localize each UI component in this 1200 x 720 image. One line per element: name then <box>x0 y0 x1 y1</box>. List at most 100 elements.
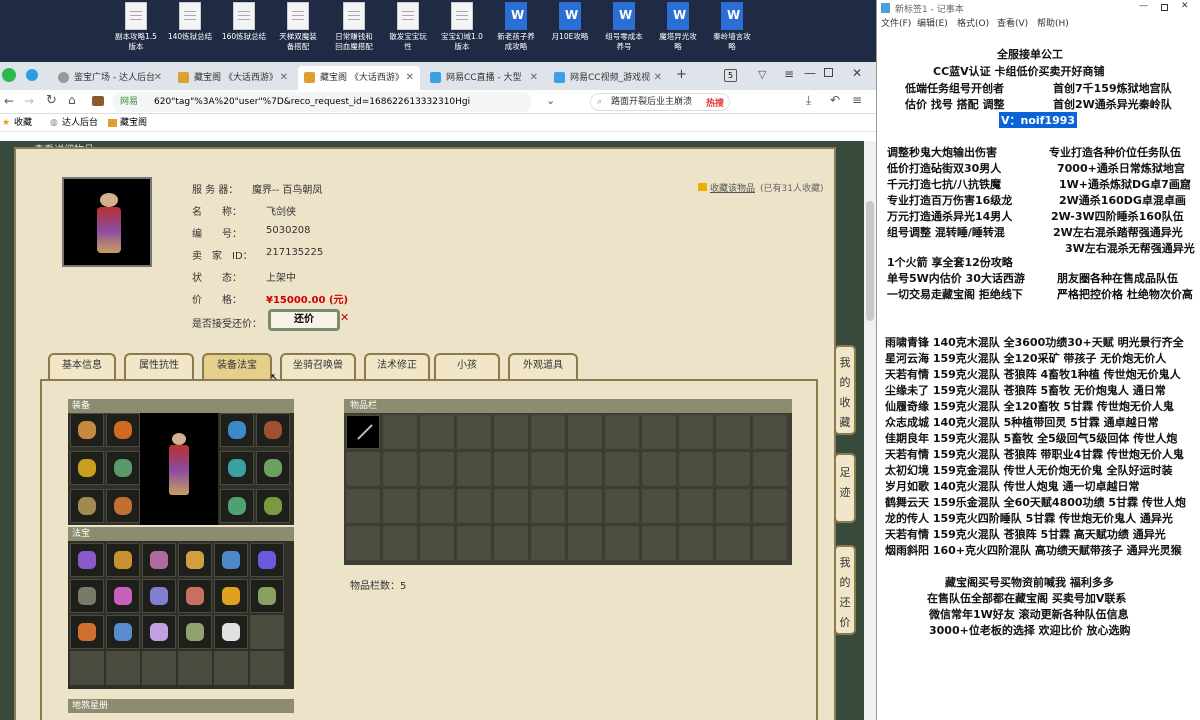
my-bargain-button[interactable]: 我的还价 <box>834 545 856 635</box>
tab-basic-info[interactable]: 基本信息 <box>48 353 116 379</box>
equipment-slot[interactable] <box>220 413 254 447</box>
empty-fabao-slot[interactable] <box>70 651 104 685</box>
desktop-icon[interactable]: 月10E攻略 <box>542 2 598 42</box>
tab-cc-video[interactable]: 网易CC视频_游戏视 ✕ <box>548 66 668 90</box>
equipment-slot[interactable] <box>256 451 290 485</box>
empty-bag-slot[interactable] <box>457 526 491 560</box>
download-icon[interactable]: ⤓ <box>806 93 811 108</box>
desktop-icon[interactable]: 组号零成本养号 <box>596 2 652 52</box>
fabao-slot[interactable] <box>142 579 176 613</box>
empty-bag-slot[interactable] <box>531 415 565 449</box>
empty-bag-slot[interactable] <box>531 489 565 523</box>
empty-bag-slot[interactable] <box>346 489 380 523</box>
undo-icon[interactable]: ↶ <box>830 93 840 107</box>
tab-jianbao[interactable]: 鉴宝广场 - 达人后台 ✕ <box>52 66 168 90</box>
equipment-slot[interactable] <box>70 451 104 485</box>
empty-bag-slot[interactable] <box>642 415 676 449</box>
bag-slot[interactable] <box>346 415 380 449</box>
bookmark-favorites[interactable]: 收藏 <box>14 114 32 132</box>
empty-bag-slot[interactable] <box>494 452 528 486</box>
close-icon[interactable]: ✕ <box>154 66 162 90</box>
fabao-slot[interactable] <box>214 615 248 649</box>
empty-fabao-slot[interactable] <box>178 651 212 685</box>
tab-cangbaoge-1[interactable]: 藏宝阁 《大话西游》 ✕ <box>172 66 294 90</box>
empty-bag-slot[interactable] <box>568 489 602 523</box>
empty-bag-slot[interactable] <box>346 452 380 486</box>
equipment-slot[interactable] <box>106 451 140 485</box>
empty-bag-slot[interactable] <box>531 452 565 486</box>
tab-cc-live[interactable]: 网易CC直播 - 大型 ✕ <box>424 66 544 90</box>
fabao-slot[interactable] <box>106 615 140 649</box>
empty-bag-slot[interactable] <box>753 452 787 486</box>
empty-bag-slot[interactable] <box>679 526 713 560</box>
fabao-slot[interactable] <box>178 543 212 577</box>
desktop-icon[interactable]: 魔塔异光攻略 <box>650 2 706 52</box>
close-icon[interactable]: ✕ <box>530 66 538 90</box>
desktop-icon[interactable]: 160炼狱总结 <box>216 2 272 42</box>
my-favorites-button[interactable]: 我的收藏 <box>834 345 856 435</box>
desktop-icon[interactable]: 日常赚钱和 回血魔搭配 <box>326 2 382 52</box>
minimize-icon[interactable]: — <box>804 66 816 80</box>
menu-edit[interactable]: 编辑(E) <box>917 16 948 29</box>
star-icon[interactable]: ★ <box>2 114 10 132</box>
home-icon[interactable]: ⌂ <box>68 93 76 107</box>
empty-fabao-slot[interactable] <box>250 651 284 685</box>
equipment-slot[interactable] <box>106 413 140 447</box>
desktop-icon[interactable]: 副本攻略1.5 版本 <box>108 2 164 52</box>
footprint-button[interactable]: 足迹 <box>834 453 856 523</box>
fabao-slot[interactable] <box>142 615 176 649</box>
empty-bag-slot[interactable] <box>568 452 602 486</box>
fabao-slot[interactable] <box>250 579 284 613</box>
equipment-slot[interactable] <box>220 451 254 485</box>
equipment-slot[interactable] <box>70 413 104 447</box>
bookmark-daren[interactable]: 达人后台 <box>62 114 98 132</box>
tab-child[interactable]: 小孩 <box>434 353 500 379</box>
empty-bag-slot[interactable] <box>494 415 528 449</box>
telegram-icon[interactable] <box>26 69 38 81</box>
hot-search-badge[interactable]: 热搜 <box>706 96 724 109</box>
equipment-slot[interactable] <box>256 489 290 523</box>
empty-bag-slot[interactable] <box>679 452 713 486</box>
menu-help[interactable]: 帮助(H) <box>1037 16 1069 29</box>
fabao-slot[interactable] <box>70 579 104 613</box>
fabao-slot[interactable] <box>106 579 140 613</box>
tab-mounts-pets[interactable]: 坐骑召唤兽 <box>280 353 356 379</box>
empty-bag-slot[interactable] <box>346 526 380 560</box>
empty-bag-slot[interactable] <box>679 489 713 523</box>
empty-bag-slot[interactable] <box>753 415 787 449</box>
shirt-icon[interactable]: ▽ <box>758 68 766 81</box>
equipment-slot[interactable] <box>256 413 290 447</box>
empty-bag-slot[interactable] <box>642 489 676 523</box>
empty-fabao-slot[interactable] <box>250 615 284 649</box>
close-red-icon[interactable]: ✕ <box>340 311 349 324</box>
tab-equipment[interactable]: 装备法宝 <box>202 353 272 379</box>
empty-fabao-slot[interactable] <box>106 651 140 685</box>
bargain-button[interactable]: 还价 <box>268 309 340 331</box>
empty-bag-slot[interactable] <box>753 489 787 523</box>
more-menu-icon[interactable]: ≡ <box>852 93 862 107</box>
notepad-minimize-icon[interactable]: — <box>1139 1 1148 11</box>
empty-bag-slot[interactable] <box>716 489 750 523</box>
empty-bag-slot[interactable] <box>605 452 639 486</box>
favorite-link[interactable]: 收藏该物品 <box>710 181 755 194</box>
empty-bag-slot[interactable] <box>531 526 565 560</box>
empty-bag-slot[interactable] <box>605 415 639 449</box>
equipment-slot[interactable] <box>220 489 254 523</box>
fabao-slot[interactable] <box>70 543 104 577</box>
tab-appearance[interactable]: 外观道具 <box>508 353 578 379</box>
empty-bag-slot[interactable] <box>420 526 454 560</box>
menu-file[interactable]: 文件(F) <box>881 16 911 29</box>
desktop-icon[interactable]: 天梯双魔装 备搭配 <box>270 2 326 52</box>
forward-icon[interactable]: → <box>24 94 34 108</box>
empty-bag-slot[interactable] <box>679 415 713 449</box>
address-input[interactable]: 网易 620"tag"%3A%20"user"%7D&reco_request_i… <box>112 92 532 112</box>
close-icon[interactable]: ✕ <box>406 66 414 90</box>
fabao-slot[interactable] <box>142 543 176 577</box>
menu-icon[interactable]: ≡ <box>784 67 794 81</box>
empty-bag-slot[interactable] <box>716 526 750 560</box>
empty-bag-slot[interactable] <box>420 415 454 449</box>
menu-view[interactable]: 查看(V) <box>997 16 1028 29</box>
favorite-icon[interactable] <box>698 183 707 191</box>
empty-bag-slot[interactable] <box>457 415 491 449</box>
fabao-slot[interactable] <box>178 615 212 649</box>
